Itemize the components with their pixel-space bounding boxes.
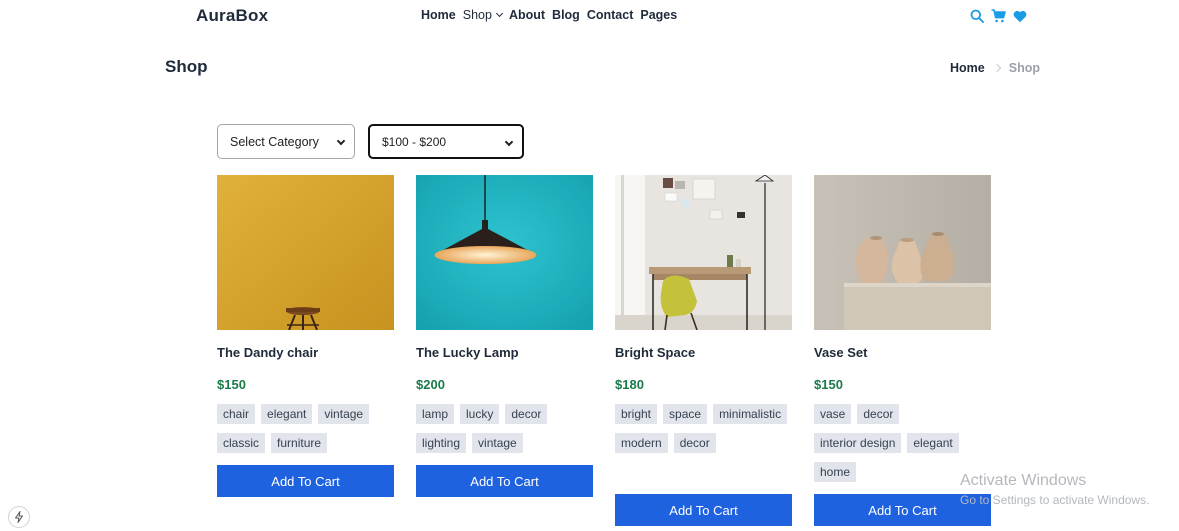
product-name[interactable]: Vase Set — [814, 345, 991, 363]
tag[interactable]: chair — [217, 404, 256, 424]
product-tags: bright space minimalistic modern decor — [615, 404, 792, 453]
tag[interactable]: vintage — [472, 433, 523, 453]
category-select[interactable]: Select Category — [217, 124, 355, 159]
chevron-down-icon — [504, 137, 514, 147]
tag[interactable]: space — [663, 404, 708, 424]
top-navbar: AuraBox Home Shop About Blog Contact Pag… — [0, 0, 1179, 32]
tag[interactable]: bright — [615, 404, 658, 424]
product-price: $150 — [814, 377, 843, 392]
floating-action-button[interactable] — [8, 506, 30, 528]
add-to-cart-button[interactable]: Add To Cart — [217, 465, 394, 497]
nav-item-contact[interactable]: Contact — [587, 8, 634, 22]
price-range-select[interactable]: $100 - $200 — [368, 124, 524, 159]
product-name[interactable]: The Dandy chair — [217, 345, 394, 363]
add-to-cart-button[interactable]: Add To Cart — [615, 494, 792, 526]
header-icons — [970, 9, 1027, 23]
watermark-title: Activate Windows — [960, 472, 1087, 489]
bolt-icon — [15, 511, 23, 523]
tag[interactable]: decor — [673, 433, 716, 453]
page-title: Shop — [165, 57, 208, 76]
windows-activation-watermark: Activate Windows Go to Settings to activ… — [960, 472, 1149, 507]
tag[interactable]: lighting — [416, 433, 467, 453]
search-icon[interactable] — [970, 9, 984, 23]
heart-icon[interactable] — [1013, 10, 1027, 23]
tag[interactable]: lucky — [460, 404, 500, 424]
add-to-cart-button[interactable]: Add To Cart — [416, 465, 593, 497]
tag[interactable]: vintage — [318, 404, 370, 424]
tag[interactable]: decor — [505, 404, 548, 424]
tag[interactable]: decor — [857, 404, 900, 424]
breadcrumb-home-link[interactable]: Home — [950, 61, 985, 75]
tag[interactable]: elegant — [907, 433, 959, 453]
chevron-down-icon — [336, 136, 346, 146]
tag[interactable]: minimalistic — [713, 404, 788, 424]
chevron-down-icon — [495, 9, 503, 18]
nav-item-pages[interactable]: Pages — [640, 8, 677, 22]
category-select-value: Select Category — [230, 134, 319, 149]
breadcrumb-current: Shop — [1008, 61, 1040, 75]
main-nav: Home Shop About Blog Contact Pages — [421, 8, 677, 22]
tag[interactable]: modern — [615, 433, 668, 453]
cart-icon[interactable] — [991, 9, 1006, 23]
brand-logo[interactable]: AuraBox — [196, 6, 268, 26]
product-name[interactable]: Bright Space — [615, 345, 792, 363]
product-price: $200 — [416, 377, 445, 392]
tag[interactable]: furniture — [271, 433, 328, 453]
product-price: $150 — [217, 377, 246, 392]
product-image-vases[interactable] — [814, 175, 991, 330]
product-card-lucky-lamp: The Lucky Lamp $200 lamp lucky decor lig… — [416, 175, 593, 497]
nav-item-about[interactable]: About — [509, 8, 545, 22]
chevron-right-icon — [992, 63, 1001, 73]
product-tags: vase decor interior design elegant home — [814, 404, 991, 482]
tag[interactable]: lamp — [416, 404, 455, 424]
product-card-dandy-chair: The Dandy chair $150 chair elegant vinta… — [217, 175, 394, 497]
nav-item-blog[interactable]: Blog — [552, 8, 580, 22]
breadcrumb: Home Shop — [950, 61, 1040, 75]
product-image-lamp[interactable] — [416, 175, 593, 330]
product-tags: lamp lucky decor lighting vintage — [416, 404, 593, 453]
product-card-vase-set: Vase Set $150 vase decor interior design… — [814, 175, 991, 526]
nav-item-shop[interactable]: Shop — [462, 8, 503, 22]
watermark-subtitle: Go to Settings to activate Windows. — [960, 493, 1150, 507]
tag[interactable]: elegant — [261, 404, 313, 424]
product-price: $180 — [615, 377, 644, 392]
price-range-select-value: $100 - $200 — [382, 134, 447, 149]
product-name[interactable]: The Lucky Lamp — [416, 345, 593, 363]
product-image-chair[interactable] — [217, 175, 394, 330]
tag[interactable]: interior design — [814, 433, 902, 453]
tag[interactable]: vase — [814, 404, 852, 424]
product-image-workspace[interactable] — [615, 175, 792, 330]
tag[interactable]: classic — [217, 433, 266, 453]
product-tags: chair elegant vintage classic furniture — [217, 404, 394, 453]
tag[interactable]: home — [814, 462, 857, 482]
product-card-bright-space: Bright Space $180 bright space minimalis… — [615, 175, 792, 526]
nav-item-shop-label: Shop — [462, 8, 492, 22]
nav-item-home[interactable]: Home — [421, 8, 456, 22]
